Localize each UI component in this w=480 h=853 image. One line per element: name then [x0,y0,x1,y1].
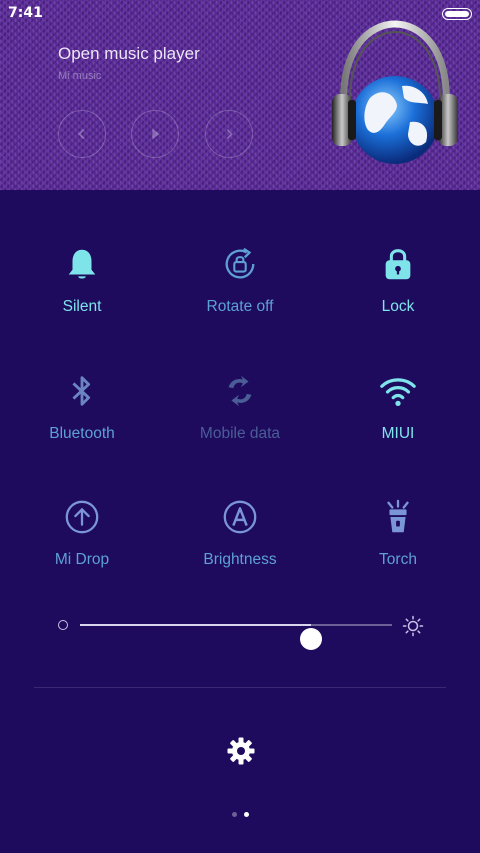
toggle-silent[interactable]: Silent [2,242,162,342]
status-bar: 7:41 [0,0,480,26]
lock-icon [385,249,411,280]
toggle-label: Mobile data [199,425,281,442]
page-dot [231,812,237,817]
rotate-lock-icon [225,247,255,279]
settings-gear-icon[interactable] [226,736,256,766]
toggle-torch[interactable]: Torch [318,495,478,595]
brightness-slider-thumb[interactable] [300,628,322,650]
divider [34,687,446,688]
toggle-label: Bluetooth [49,425,115,442]
music-player-title[interactable]: Open music player [58,44,200,64]
wifi-icon [380,378,416,407]
brightness-high-icon [402,615,424,637]
toggle-bluetooth[interactable]: Bluetooth [2,369,162,469]
music-player-subtitle: Mi music [58,70,102,82]
toggle-mobile-data[interactable]: Mobile data [160,369,320,469]
toggle-brightness[interactable]: Brightness [160,495,320,595]
chevron-right-icon [226,128,233,140]
toggle-label: Mi Drop [54,551,110,568]
auto-brightness-icon [223,500,257,534]
toggle-mi-drop[interactable]: Mi Drop [2,495,162,595]
torch-icon [387,499,409,533]
toggle-lock[interactable]: Lock [318,242,478,342]
toggle-label: Brightness [203,551,277,568]
brightness-slider[interactable] [0,610,480,650]
toggle-wifi[interactable]: MIUI [318,369,478,469]
toggle-rotate-off[interactable]: Rotate off [160,242,320,342]
next-track-button[interactable] [205,110,253,158]
toggle-label: Silent [62,298,102,315]
mi-drop-icon [65,500,99,534]
brightness-low-icon [58,620,68,630]
toggle-label: Torch [379,551,417,568]
toggle-label: MIUI [381,425,415,442]
page-indicator [0,812,480,820]
toggle-label: Lock [381,298,415,315]
status-time: 7:41 [8,5,43,21]
music-player-card[interactable]: Open music player Mi music [0,0,480,190]
bell-icon [68,249,96,279]
bluetooth-icon [72,376,91,406]
previous-track-button[interactable] [58,110,106,158]
brightness-slider-track[interactable] [80,624,392,650]
play-icon [152,128,160,140]
page-dot-active [243,812,249,817]
album-art-globe-headphones [332,20,458,164]
mobile-data-icon [228,375,252,407]
chevron-left-icon [78,128,85,140]
battery-icon [442,8,472,20]
brightness-slider-fill [80,624,311,626]
toggle-label: Rotate off [206,298,274,315]
play-pause-button[interactable] [131,110,179,158]
